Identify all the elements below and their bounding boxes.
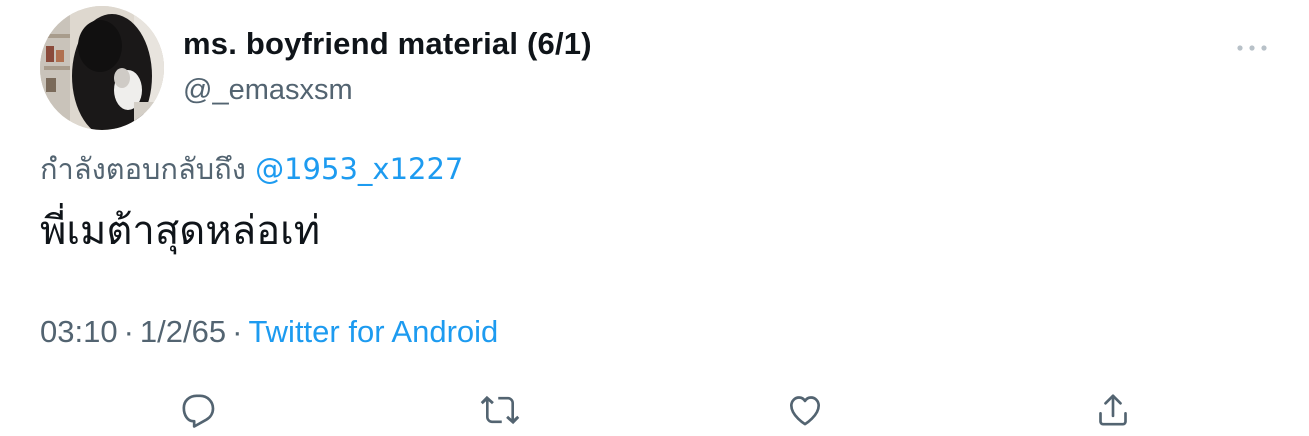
- tweet-text: พี่เมต้าสุดหล่อเท่: [40, 208, 321, 254]
- share-button[interactable]: [1091, 388, 1135, 432]
- author-handle[interactable]: @_emasxsm: [183, 74, 353, 107]
- reply-mention-link[interactable]: @1953_x1227: [255, 152, 463, 186]
- like-button[interactable]: [783, 388, 827, 432]
- reply-context-prefix: กำลังตอบกลับถึง: [40, 152, 246, 186]
- retweet-button[interactable]: [478, 388, 522, 432]
- reply-icon: [182, 394, 215, 428]
- avatar[interactable]: [40, 6, 164, 130]
- more-icon: [1237, 45, 1267, 51]
- reply-button[interactable]: [176, 388, 220, 432]
- tweet-time[interactable]: 03:10: [40, 314, 118, 349]
- more-options-button[interactable]: [1232, 36, 1272, 60]
- heart-icon: [790, 396, 820, 426]
- tweet-card: ms. boyfriend material (6/1) @_emasxsm ก…: [0, 0, 1309, 436]
- avatar-image: [40, 6, 164, 130]
- reply-context: กำลังตอบกลับถึง @1953_x1227: [40, 146, 463, 192]
- meta-separator: ·: [232, 314, 243, 349]
- share-icon: [1099, 394, 1127, 426]
- retweet-icon: [480, 395, 520, 425]
- tweet-meta: 03:10 · 1/2/65 · Twitter for Android: [40, 314, 498, 350]
- meta-separator: ·: [123, 314, 134, 349]
- author-display-name[interactable]: ms. boyfriend material (6/1): [183, 26, 592, 62]
- tweet-source-link[interactable]: Twitter for Android: [248, 314, 498, 349]
- tweet-date[interactable]: 1/2/65: [140, 314, 226, 349]
